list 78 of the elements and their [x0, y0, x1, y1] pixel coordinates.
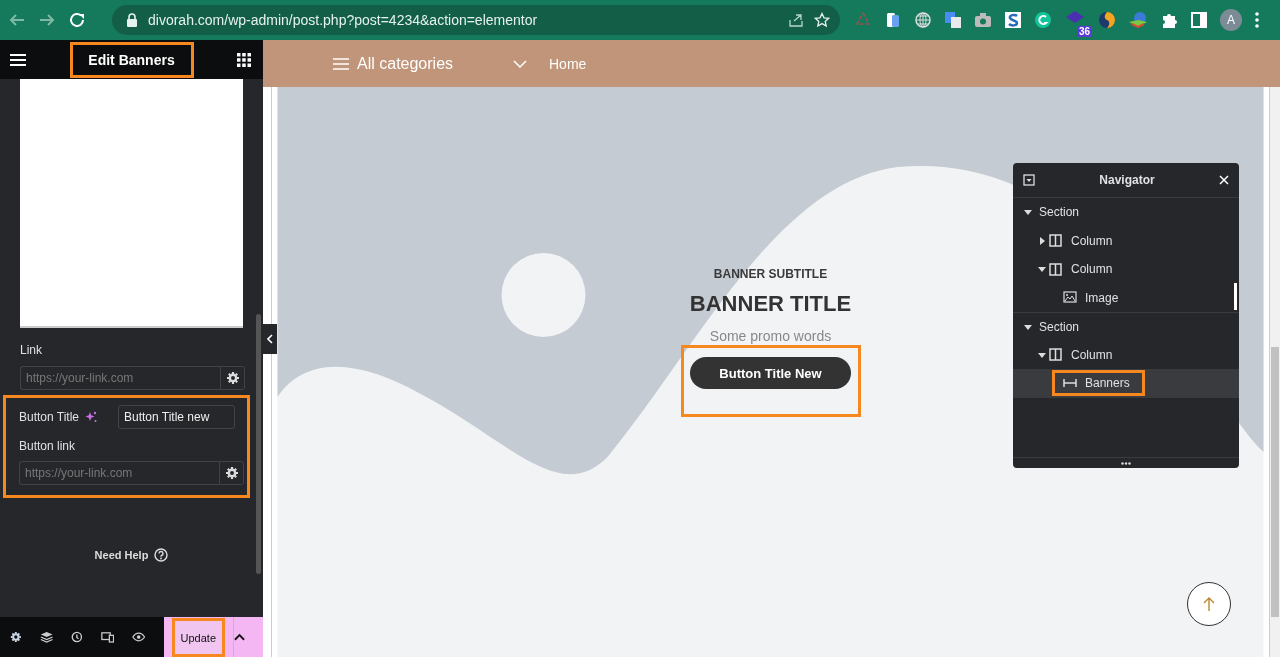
- side-panel-icon[interactable]: [1190, 11, 1208, 29]
- item-label: Banners: [1085, 376, 1130, 391]
- scrollbar[interactable]: [256, 314, 261, 574]
- collapse-icon[interactable]: [1023, 174, 1035, 186]
- extension-icon[interactable]: [1034, 11, 1052, 29]
- caret-icon[interactable]: [1038, 265, 1046, 274]
- grid-icon[interactable]: [237, 52, 251, 67]
- menu-icon[interactable]: [10, 52, 26, 67]
- scrollbar[interactable]: [1234, 283, 1237, 310]
- banner-button[interactable]: Button Title New: [690, 357, 851, 389]
- caret-icon[interactable]: [1024, 208, 1032, 217]
- caret-icon[interactable]: [1024, 322, 1032, 331]
- tree-item[interactable]: Banners: [1013, 369, 1239, 398]
- column-icon: [1049, 262, 1063, 276]
- chevron-down-icon[interactable]: [513, 59, 527, 68]
- share-icon[interactable]: [788, 12, 804, 28]
- url-field[interactable]: https://your-link.com: [20, 366, 220, 390]
- responsive-icon[interactable]: [100, 630, 115, 644]
- globe-icon[interactable]: [914, 11, 932, 29]
- field-label: Button Title: [19, 410, 80, 424]
- banner-title: BANNER TITLE: [689, 291, 852, 317]
- banner-subtitle: BANNER SUBTITLE: [713, 267, 828, 281]
- chevron-icon: [267, 334, 273, 344]
- caret-icon: [234, 633, 245, 641]
- item-label: Section: [1039, 205, 1080, 220]
- settings-icon[interactable]: [10, 630, 22, 644]
- scrollbar[interactable]: [1271, 347, 1279, 617]
- tree-item[interactable]: Column: [1013, 226, 1239, 255]
- text-field[interactable]: Button Title new: [118, 405, 235, 429]
- field-label: Button link: [19, 439, 77, 453]
- arrow-up-icon: [1203, 596, 1215, 612]
- resize-handle-icon[interactable]: [1121, 461, 1131, 465]
- item-label: Image: [1085, 290, 1119, 305]
- tree-item[interactable]: Image: [1013, 283, 1239, 312]
- tree-item[interactable]: Section: [1013, 198, 1239, 227]
- gear-icon: [224, 466, 239, 480]
- tree-item[interactable]: Column: [1013, 340, 1239, 369]
- tree-item[interactable]: Column: [1013, 255, 1239, 284]
- extension-icon[interactable]: [1098, 11, 1116, 29]
- image-icon: [1063, 291, 1077, 305]
- more-icon[interactable]: [1254, 11, 1260, 29]
- update-button[interactable]: Update: [171, 617, 225, 657]
- close-icon[interactable]: [1219, 175, 1229, 185]
- panel-title: Navigator: [1099, 173, 1155, 187]
- extension-icon[interactable]: [1128, 11, 1148, 29]
- settings-button[interactable]: [219, 461, 244, 485]
- layers-icon[interactable]: [39, 630, 54, 644]
- star-icon[interactable]: [814, 12, 830, 28]
- sparkle-icon: [85, 411, 98, 423]
- item-label: Column: [1071, 347, 1113, 362]
- collapse-tab[interactable]: [263, 324, 277, 354]
- reload-icon[interactable]: [68, 11, 86, 29]
- column-icon: [1049, 234, 1063, 248]
- caret-icon[interactable]: [1038, 350, 1046, 359]
- panel-title: Edit Banners: [69, 41, 194, 78]
- item-label: Column: [1071, 262, 1113, 277]
- gear-icon: [225, 371, 240, 385]
- history-icon[interactable]: [71, 630, 83, 644]
- eye-icon[interactable]: [132, 631, 146, 643]
- options-button[interactable]: [233, 617, 263, 657]
- item-label: Section: [1039, 319, 1080, 334]
- field-label: Link: [20, 343, 43, 357]
- lock-icon: [126, 13, 138, 27]
- address-bar[interactable]: divorah.com/wp-admin/post.php?post=4234&action=elementor: [112, 5, 840, 35]
- puzzle-icon[interactable]: [1160, 11, 1178, 29]
- widget-icon: [1063, 376, 1077, 390]
- count-badge: 36: [1076, 26, 1092, 37]
- tree-item[interactable]: Section: [1013, 312, 1239, 341]
- extension-icon[interactable]: [1004, 11, 1022, 29]
- help-icon[interactable]: [154, 548, 169, 562]
- settings-button[interactable]: [220, 366, 245, 390]
- url-field[interactable]: https://your-link.com: [19, 461, 219, 485]
- caret-icon[interactable]: [1038, 236, 1046, 245]
- item-label: Column: [1071, 233, 1113, 248]
- column-icon: [1049, 348, 1063, 362]
- camera-icon[interactable]: [974, 11, 992, 29]
- help-link[interactable]: Need Help: [94, 549, 149, 561]
- promo-text: Some promo words: [709, 328, 832, 344]
